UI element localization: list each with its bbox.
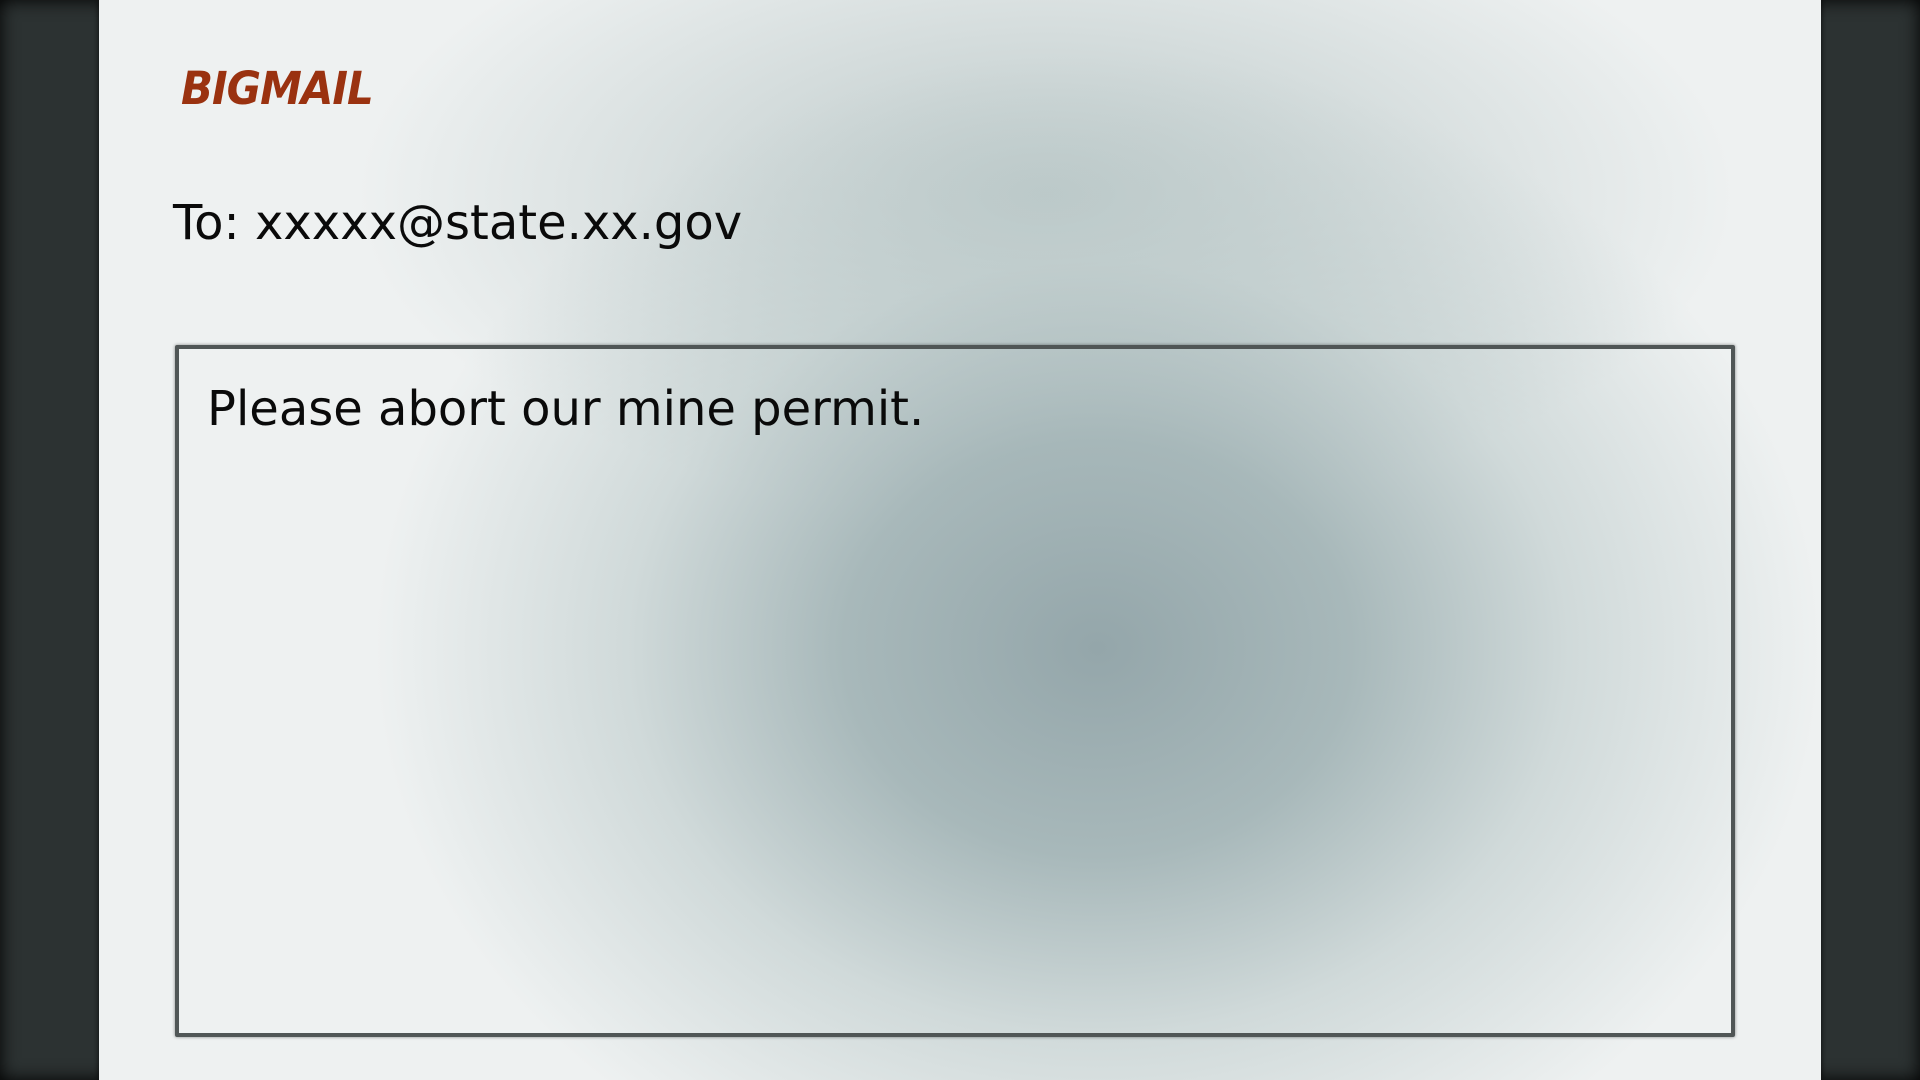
message-body-text: Please abort our mine permit. bbox=[207, 381, 925, 437]
email-compose-screen: BIGMAIL To: xxxxx@state.xx.gov Please ab… bbox=[99, 0, 1821, 1080]
recipient-line[interactable]: To: xxxxx@state.xx.gov bbox=[173, 195, 742, 251]
recipient-address[interactable]: xxxxx@state.xx.gov bbox=[255, 195, 742, 251]
device-bezel: BIGMAIL To: xxxxx@state.xx.gov Please ab… bbox=[0, 0, 1920, 1080]
app-logo: BIGMAIL bbox=[181, 62, 374, 115]
message-body-field[interactable]: Please abort our mine permit. bbox=[175, 345, 1735, 1037]
to-label: To: bbox=[173, 195, 240, 251]
